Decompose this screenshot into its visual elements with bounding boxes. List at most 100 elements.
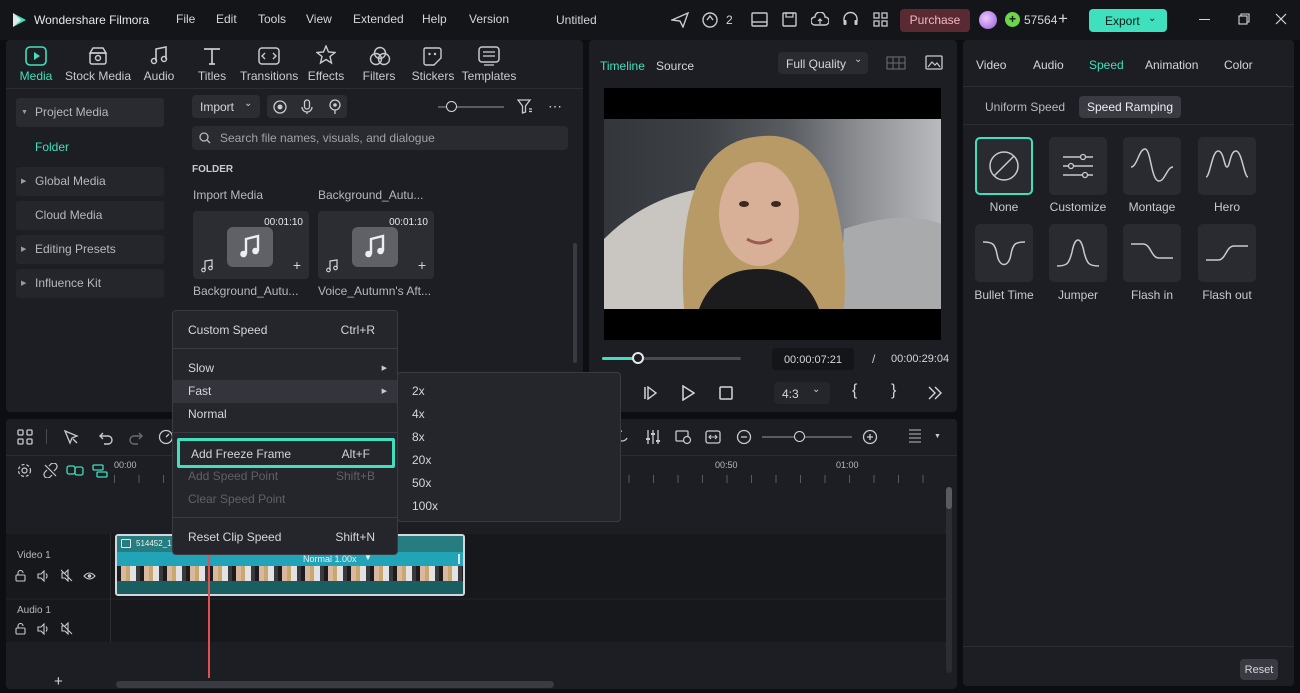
fit-timeline-icon[interactable]	[705, 429, 721, 445]
tab-audio[interactable]: Audio	[138, 44, 180, 88]
avatar[interactable]	[979, 11, 997, 29]
more-options-icon[interactable]: ⋯	[548, 98, 563, 115]
zoom-slider[interactable]	[762, 436, 852, 438]
step-forward-icon[interactable]	[643, 386, 657, 400]
microphone-icon[interactable]	[301, 99, 313, 115]
menu-tools[interactable]: Tools	[258, 12, 286, 26]
save-icon[interactable]	[782, 12, 797, 27]
menu-item-reset-clip-speed[interactable]: Reset Clip Speed Shift+N	[173, 526, 397, 549]
close-icon[interactable]	[1275, 13, 1287, 25]
mark-in-icon[interactable]: {	[852, 382, 857, 400]
zoom-in-icon[interactable]	[862, 429, 878, 445]
ramp-preset-bullet-time[interactable]	[975, 224, 1033, 282]
timeline-horizontal-scrollbar[interactable]	[116, 681, 554, 688]
snap-icon[interactable]	[92, 464, 108, 478]
sidebar-item-folder[interactable]: Folder	[35, 140, 69, 154]
undo-icon[interactable]	[98, 429, 114, 445]
layout-icon[interactable]	[751, 12, 768, 27]
tab-titles[interactable]: Titles	[192, 44, 232, 88]
lock-icon[interactable]	[15, 570, 26, 582]
ramp-preset-flash-in[interactable]	[1123, 224, 1181, 282]
more-controls-icon[interactable]	[928, 386, 942, 400]
lock-icon[interactable]	[15, 623, 26, 635]
play-icon[interactable]	[681, 385, 695, 401]
timeline-vertical-scroll-thumb[interactable]	[946, 487, 952, 509]
zoom-slider-handle[interactable]	[794, 431, 805, 442]
menu-item-normal[interactable]: Normal	[173, 403, 397, 426]
tab-audio[interactable]: Audio	[1033, 58, 1064, 72]
subtab-speed-ramping[interactable]: Speed Ramping	[1079, 96, 1181, 118]
sidebar-item-editing-presets[interactable]: ▶ Editing Presets	[16, 235, 164, 264]
speaker-icon[interactable]	[37, 570, 50, 582]
record-screen-icon[interactable]	[273, 100, 287, 114]
timeline-vertical-scrollbar[interactable]	[946, 487, 952, 673]
snapshot-icon[interactable]	[925, 55, 943, 70]
media-panel-scrollbar[interactable]	[573, 243, 577, 363]
quality-dropdown[interactable]: Full Quality ⌄	[778, 52, 868, 74]
tab-templates[interactable]: Templates	[460, 44, 518, 88]
sidebar-item-influence-kit[interactable]: ▶ Influence Kit	[16, 269, 164, 298]
minimize-icon[interactable]	[1199, 19, 1210, 20]
ramp-preset-montage[interactable]	[1123, 137, 1181, 195]
subtab-uniform-speed[interactable]: Uniform Speed	[985, 100, 1065, 114]
menu-file[interactable]: File	[176, 12, 195, 26]
notification-icon[interactable]	[701, 11, 719, 29]
export-button[interactable]: Export ⌄	[1089, 9, 1167, 32]
tab-video[interactable]: Video	[976, 58, 1006, 72]
media-thumbnail[interactable]: 00:01:10 +	[193, 211, 309, 279]
tab-timeline[interactable]: Timeline	[600, 59, 645, 73]
restore-icon[interactable]	[1238, 13, 1250, 25]
ramp-preset-customize[interactable]	[1049, 137, 1107, 195]
tab-transitions[interactable]: Transitions	[240, 44, 298, 88]
tab-source[interactable]: Source	[656, 59, 694, 73]
ramp-preset-hero[interactable]	[1198, 137, 1256, 195]
cloud-upload-icon[interactable]	[811, 12, 829, 27]
send-icon[interactable]	[671, 12, 689, 28]
mark-out-icon[interactable]: }	[891, 382, 896, 400]
submenu-item-100x[interactable]: 100x	[398, 495, 620, 518]
reset-button[interactable]: Reset	[1240, 659, 1278, 680]
menu-item-slow[interactable]: Slow ▶	[173, 357, 397, 380]
apps-grid-icon[interactable]	[873, 12, 889, 28]
menu-extended[interactable]: Extended	[353, 12, 404, 26]
sidebar-item-global-media[interactable]: ▶ Global Media	[16, 167, 164, 196]
menu-view[interactable]: View	[306, 12, 332, 26]
sidebar-item-cloud-media[interactable]: Cloud Media	[16, 201, 164, 230]
import-dropdown[interactable]: Import ⌄	[192, 95, 260, 118]
submenu-item-2x[interactable]: 2x	[398, 380, 620, 403]
submenu-item-20x[interactable]: 20x	[398, 449, 620, 472]
menu-item-add-freeze-frame[interactable]: Add Freeze Frame Alt+F	[177, 438, 395, 468]
redo-icon[interactable]	[128, 429, 144, 445]
grid-guides-icon[interactable]	[886, 56, 906, 70]
speaker-icon[interactable]	[37, 623, 50, 635]
ramp-preset-flash-out[interactable]	[1198, 224, 1256, 282]
mute-track-icon[interactable]	[60, 622, 73, 635]
eye-icon[interactable]	[83, 571, 96, 581]
stop-icon[interactable]	[719, 386, 733, 400]
filter-icon[interactable]	[517, 99, 533, 114]
purchase-button[interactable]: Purchase	[900, 9, 970, 32]
ramp-preset-jumper[interactable]	[1049, 224, 1107, 282]
submenu-item-8x[interactable]: 8x	[398, 426, 620, 449]
tab-animation[interactable]: Animation	[1145, 58, 1198, 72]
menu-item-fast[interactable]: Fast ▶	[173, 380, 397, 403]
aspect-ratio-dropdown[interactable]: 4:3 ⌄	[774, 382, 830, 404]
submenu-item-50x[interactable]: 50x	[398, 472, 620, 495]
equalizer-icon[interactable]	[645, 429, 661, 445]
menu-edit[interactable]: Edit	[216, 12, 237, 26]
ramp-preset-none[interactable]	[975, 137, 1033, 195]
headset-icon[interactable]	[842, 11, 859, 28]
add-to-timeline-icon[interactable]: +	[293, 257, 301, 273]
add-track-icon[interactable]: +	[54, 674, 63, 689]
timeline-settings-icon[interactable]	[17, 463, 32, 478]
menu-help[interactable]: Help	[422, 12, 447, 26]
sidebar-item-project-media[interactable]: ▼ Project Media	[16, 98, 164, 127]
track-options-icon[interactable]	[908, 428, 922, 446]
menu-item-custom-speed[interactable]: Custom Speed Ctrl+R	[173, 319, 397, 342]
search-input[interactable]: Search file names, visuals, and dialogue	[192, 126, 568, 150]
menu-version[interactable]: Version	[469, 12, 509, 26]
zoom-out-icon[interactable]	[736, 429, 752, 445]
render-preview-icon[interactable]	[675, 429, 692, 445]
submenu-item-4x[interactable]: 4x	[398, 403, 620, 426]
add-credits-icon[interactable]: +	[1058, 9, 1068, 29]
